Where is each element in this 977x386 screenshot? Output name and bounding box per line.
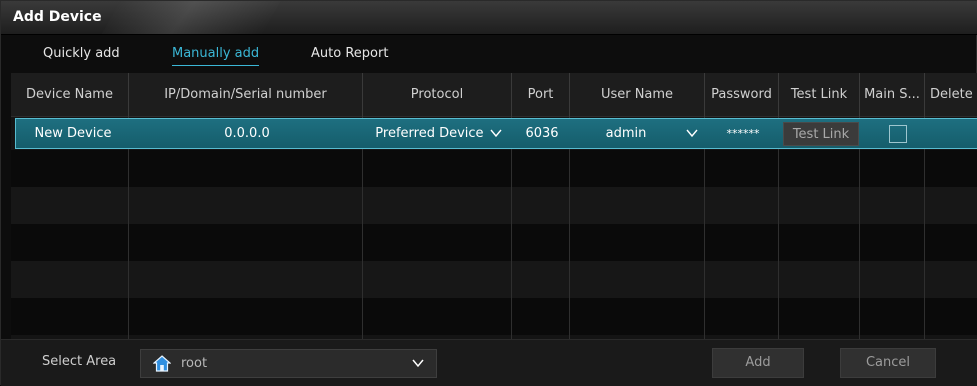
title-bar: Add Device (1, 1, 977, 35)
chevron-down-icon (490, 129, 502, 138)
column-divider (128, 117, 129, 339)
empty-row (11, 187, 977, 224)
password-field[interactable]: ****** (706, 119, 780, 148)
protocol-dropdown[interactable]: Preferred Device (364, 119, 513, 148)
area-select-value: root (181, 356, 208, 371)
cancel-button[interactable]: Cancel (840, 348, 936, 378)
column-header-protocol[interactable]: Protocol (363, 73, 512, 117)
user-name-value: admin (605, 126, 647, 141)
column-header-main-stream[interactable]: Main S... (860, 73, 925, 117)
column-divider (778, 117, 779, 339)
column-divider (511, 117, 512, 339)
empty-row (11, 224, 977, 261)
chevron-down-icon (686, 129, 698, 138)
home-icon (153, 355, 171, 372)
empty-row (11, 298, 977, 335)
table-row[interactable]: New Device 0.0.0.0 Preferred Device 6036… (15, 118, 977, 149)
port-cell[interactable]: 6036 (513, 119, 571, 148)
column-header-password[interactable]: Password (705, 73, 779, 117)
area-select[interactable]: root (140, 349, 437, 378)
column-header-device-name[interactable]: Device Name (11, 73, 129, 117)
column-header-user-name[interactable]: User Name (570, 73, 705, 117)
column-header-port[interactable]: Port (512, 73, 570, 117)
column-header-ip[interactable]: IP/Domain/Serial number (129, 73, 363, 117)
test-link-button[interactable]: Test Link (783, 122, 859, 146)
tab-manually-add[interactable]: Manually add (172, 46, 260, 66)
tab-bar: Quickly add Manually add Auto Report (1, 39, 977, 71)
empty-row (11, 261, 977, 298)
tab-auto-report[interactable]: Auto Report (311, 46, 388, 61)
select-area-label: Select Area (42, 354, 117, 369)
column-divider (924, 117, 925, 339)
user-name-dropdown[interactable]: admin (571, 119, 706, 148)
dialog-title: Add Device (13, 9, 102, 25)
empty-row (11, 150, 977, 187)
table-header: Device Name IP/Domain/Serial number Prot… (11, 73, 977, 117)
column-divider (362, 117, 363, 339)
column-header-delete[interactable]: Delete (925, 73, 977, 117)
column-divider (859, 117, 860, 339)
column-divider (704, 117, 705, 339)
device-name-cell[interactable]: New Device (16, 119, 130, 148)
main-stream-checkbox[interactable] (889, 125, 907, 143)
dialog-footer: Select Area root Add Cancel (1, 339, 977, 386)
ip-cell[interactable]: 0.0.0.0 (130, 119, 364, 148)
column-divider (569, 117, 570, 339)
add-button[interactable]: Add (712, 348, 804, 378)
column-header-test-link[interactable]: Test Link (779, 73, 860, 117)
protocol-value: Preferred Device (375, 126, 484, 141)
tab-quickly-add[interactable]: Quickly add (43, 46, 120, 61)
chevron-down-icon (412, 359, 424, 368)
device-table: Device Name IP/Domain/Serial number Prot… (11, 73, 977, 339)
add-device-dialog: Add Device Quickly add Manually add Auto… (0, 0, 977, 386)
